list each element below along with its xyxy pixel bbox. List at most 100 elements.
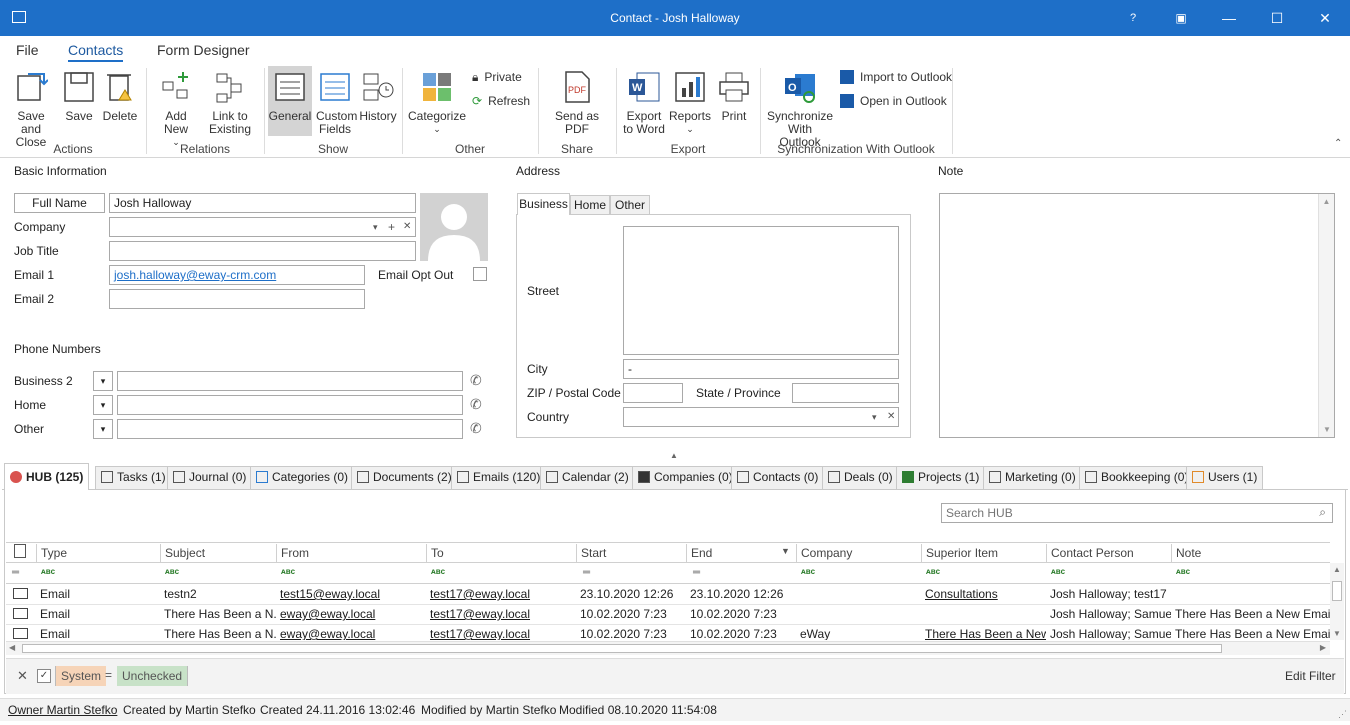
synchronize-with-outlook-button[interactable]: O Synchronize With Outlook xyxy=(764,70,836,149)
print-button[interactable]: Print xyxy=(714,70,754,123)
cell-to[interactable]: test17@eway.local xyxy=(426,604,576,624)
tab-projects[interactable]: Projects (1) xyxy=(896,466,986,489)
save-and-close-button[interactable]: Save and Close xyxy=(4,70,58,149)
full-name-button[interactable]: Full Name xyxy=(14,193,105,213)
scroll-thumb[interactable] xyxy=(1332,581,1342,601)
categorize-button[interactable]: Categorize ⌄ xyxy=(406,70,468,136)
scroll-thumb[interactable] xyxy=(22,644,1222,653)
filter-text-icon[interactable]: ᴀʙᴄ xyxy=(926,567,940,576)
country-field[interactable]: ▾ ✕ xyxy=(623,407,899,427)
menu-contacts[interactable]: Contacts xyxy=(68,42,124,62)
phone-business2-type-dropdown[interactable]: ▾ xyxy=(93,371,113,391)
zip-field[interactable] xyxy=(623,383,683,403)
cell-to[interactable]: test17@eway.local xyxy=(426,584,576,604)
private-button[interactable]: 🔒︎ Private xyxy=(472,67,522,87)
cell-to[interactable]: test17@eway.local xyxy=(426,624,576,640)
owner-link[interactable]: Owner Martin Stefko xyxy=(8,699,117,721)
dropdown-arrow-icon[interactable]: ▾ xyxy=(872,408,877,426)
hub-search-field[interactable]: ⌕ xyxy=(941,503,1333,523)
table-row[interactable]: Email There Has Been a N... eway@eway.lo… xyxy=(6,624,1330,640)
address-tab-other[interactable]: Other xyxy=(610,195,650,215)
collapse-ribbon-icon[interactable]: ⌃ xyxy=(1334,138,1342,149)
history-button[interactable]: History xyxy=(358,70,398,123)
column-end[interactable]: End xyxy=(686,544,796,562)
phone-other-type-dropdown[interactable]: ▾ xyxy=(93,419,113,439)
filter-text-icon[interactable]: ᴀʙᴄ xyxy=(165,567,179,576)
city-field[interactable]: - xyxy=(623,359,899,379)
filter-enabled-checkbox[interactable]: ✓ xyxy=(37,669,51,683)
phone-call-icon[interactable]: ✆ xyxy=(470,396,482,413)
tab-companies[interactable]: Companies (0) xyxy=(632,466,739,489)
general-button[interactable]: General xyxy=(268,70,312,123)
tab-deals[interactable]: Deals (0) xyxy=(822,466,899,489)
full-name-field[interactable]: Josh Halloway xyxy=(109,193,416,213)
phone-call-icon[interactable]: ✆ xyxy=(470,420,482,437)
filter-text-icon[interactable]: ᴀʙᴄ xyxy=(1051,567,1065,576)
phone-home-field[interactable] xyxy=(117,395,463,415)
close-button[interactable]: ✕ xyxy=(1302,0,1348,36)
save-button[interactable]: Save xyxy=(60,70,98,123)
scroll-left-icon[interactable]: ◀ xyxy=(9,643,15,652)
table-row[interactable]: Email There Has Been a N... eway@eway.lo… xyxy=(6,604,1330,624)
tab-hub[interactable]: HUB (125) xyxy=(4,463,90,490)
address-tab-home[interactable]: Home xyxy=(570,195,610,215)
column-company[interactable]: Company xyxy=(796,544,922,562)
grid-vertical-scrollbar[interactable]: ▲ ▼ xyxy=(1330,563,1344,640)
column-subject[interactable]: Subject xyxy=(160,544,276,562)
custom-fields-button[interactable]: Custom Fields xyxy=(314,70,357,136)
clear-icon[interactable]: ✕ xyxy=(887,408,895,426)
search-icon[interactable]: ⌕ xyxy=(1319,505,1326,520)
column-contact-person[interactable]: Contact Person xyxy=(1046,544,1172,562)
filter-text-icon[interactable]: ᴀʙᴄ xyxy=(801,567,815,576)
tab-tasks[interactable]: Tasks (1) xyxy=(95,466,172,489)
link-to-existing-button[interactable]: Link to Existing xyxy=(202,70,258,136)
phone-call-icon[interactable]: ✆ xyxy=(470,372,482,389)
filter-text-icon[interactable]: ᴀʙᴄ xyxy=(41,567,55,576)
filter-text-icon[interactable]: ᴀʙᴄ xyxy=(1176,567,1190,576)
maximize-button[interactable]: ☐ xyxy=(1254,0,1300,36)
state-field[interactable] xyxy=(792,383,899,403)
table-row[interactable]: Email testn2 test15@eway.local test17@ew… xyxy=(6,584,1330,604)
tab-documents[interactable]: Documents (2) xyxy=(351,466,458,489)
scroll-right-icon[interactable]: ▶ xyxy=(1320,643,1326,652)
column-superior-item[interactable]: Superior Item xyxy=(921,544,1047,562)
dropdown-arrow-icon[interactable]: ▾ xyxy=(373,218,378,236)
cell-from[interactable]: test15@eway.local xyxy=(276,584,426,604)
tab-bookkeeping[interactable]: Bookkeeping (0) xyxy=(1079,466,1195,489)
open-in-outlook-button[interactable]: Open in Outlook xyxy=(840,91,947,111)
cell-superior-item[interactable]: Consultations xyxy=(921,584,1046,604)
address-tab-business[interactable]: Business xyxy=(517,193,570,215)
refresh-button[interactable]: ⟳ Refresh xyxy=(472,91,530,111)
hub-search-input[interactable] xyxy=(942,504,1302,522)
restore-ribbon-icon[interactable]: ▣ xyxy=(1158,0,1204,36)
scroll-up-icon[interactable]: ▲ xyxy=(1330,565,1344,574)
reports-button[interactable]: Reports ⌄ xyxy=(668,70,712,136)
contact-photo[interactable] xyxy=(420,193,488,261)
cell-superior-item[interactable]: There Has Been a New... xyxy=(921,624,1046,640)
column-to[interactable]: To xyxy=(426,544,576,562)
filter-text-icon[interactable]: ᴀʙᴄ xyxy=(431,567,445,576)
job-title-field[interactable] xyxy=(109,241,416,261)
filter-equals-icon[interactable]: ═ xyxy=(12,567,19,578)
resize-grip-icon[interactable]: ⋰ xyxy=(1338,703,1347,725)
phone-other-field[interactable] xyxy=(117,419,463,439)
tab-journal[interactable]: Journal (0) xyxy=(167,466,253,489)
filter-text-icon[interactable]: ᴀʙᴄ xyxy=(281,567,295,576)
scroll-down-icon[interactable]: ▼ xyxy=(1330,629,1344,638)
column-type[interactable]: Type xyxy=(36,544,162,562)
edit-filter-button[interactable]: Edit Filter xyxy=(1285,669,1336,683)
cell-from[interactable]: eway@eway.local xyxy=(276,604,426,624)
tab-marketing[interactable]: Marketing (0) xyxy=(983,466,1082,489)
splitter-collapse-icon[interactable]: ▲ xyxy=(670,451,678,460)
tab-contacts[interactable]: Contacts (0) xyxy=(731,466,825,489)
note-textarea[interactable]: ▲ ▼ xyxy=(939,193,1335,438)
filter-equals-icon[interactable]: ═ xyxy=(583,567,590,578)
phone-business2-field[interactable] xyxy=(117,371,463,391)
help-icon[interactable]: ? xyxy=(1110,0,1156,36)
menu-file[interactable]: File xyxy=(16,42,39,58)
filter-field-chip[interactable]: System xyxy=(55,666,107,686)
note-scrollbar[interactable]: ▲ ▼ xyxy=(1318,194,1334,437)
clear-icon[interactable]: ✕ xyxy=(403,218,411,236)
street-textarea[interactable] xyxy=(623,226,899,355)
import-to-outlook-button[interactable]: Import to Outlook xyxy=(840,67,952,87)
